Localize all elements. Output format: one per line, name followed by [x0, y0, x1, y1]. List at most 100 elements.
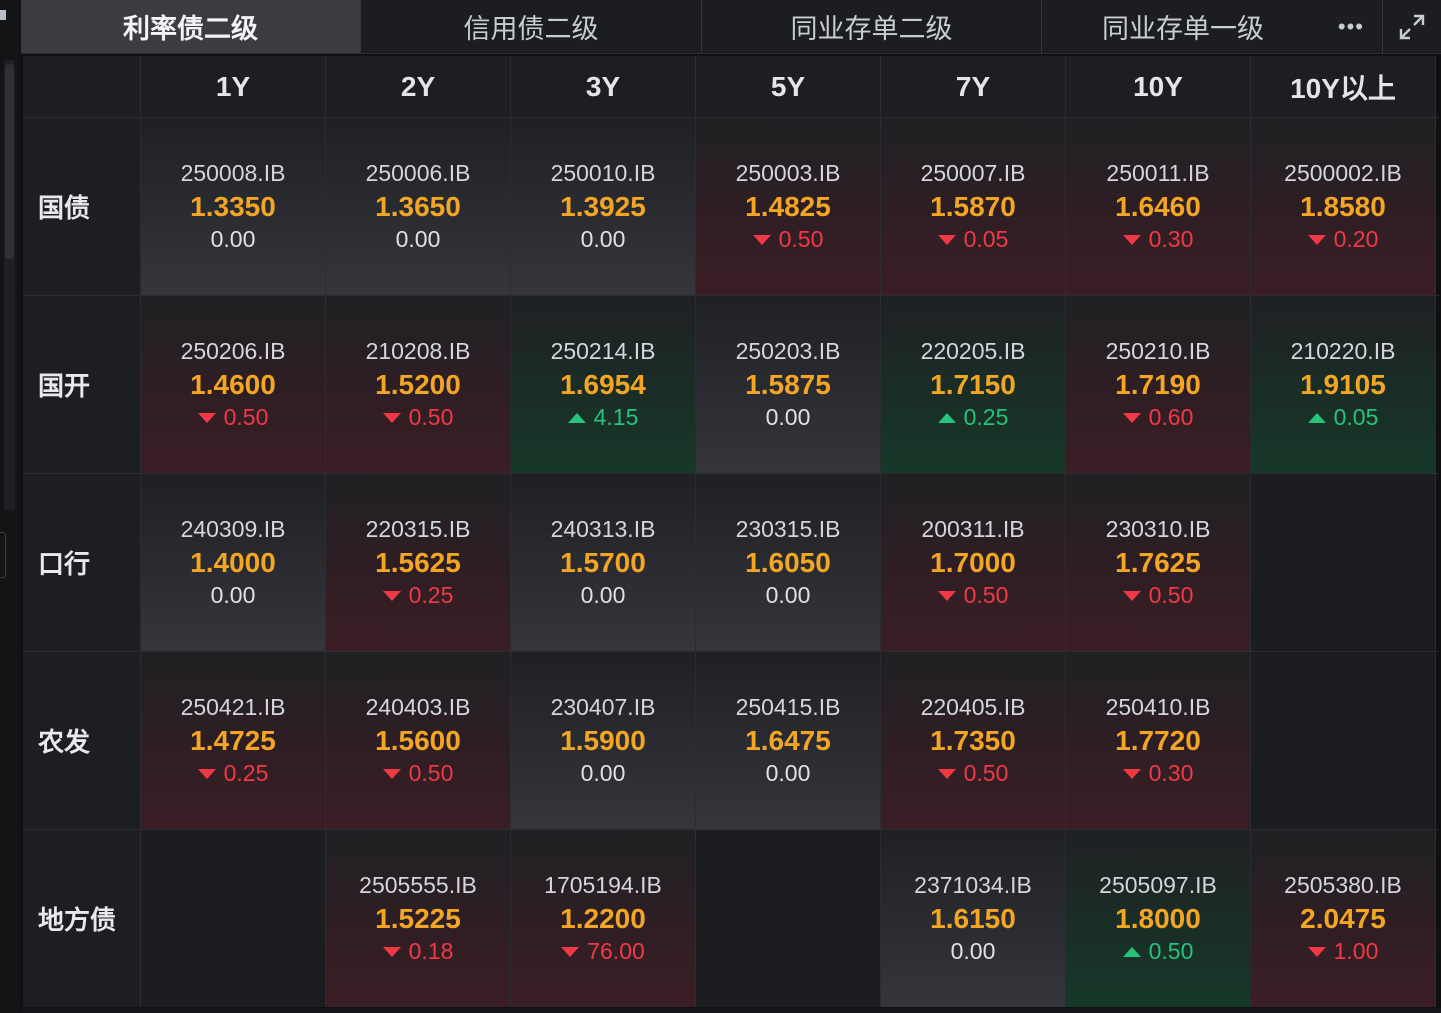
- bond-cell[interactable]: 210220.IB 1.9105 0.05: [1251, 296, 1436, 473]
- bond-cell[interactable]: 250007.IB 1.5870 0.05: [881, 118, 1066, 295]
- bond-cell[interactable]: 220315.IB 1.5625 0.25: [326, 474, 511, 651]
- bond-cell[interactable]: 2505380.IB 2.0475 1.00: [1251, 830, 1436, 1007]
- panel-marker: [0, 10, 6, 20]
- bond-cell[interactable]: 220205.IB 1.7150 0.25: [881, 296, 1066, 473]
- tab-ncd-primary[interactable]: 同业存单一级 •••: [1042, 0, 1383, 53]
- column-header-row: 1Y 2Y 3Y 5Y 7Y 10Y 10Y以上: [23, 56, 1439, 117]
- column-header[interactable]: 3Y: [511, 56, 696, 117]
- change-value: 0.00: [580, 226, 626, 252]
- yield-change: 0.50: [382, 401, 453, 434]
- row-label: 国开: [23, 296, 141, 473]
- row-label: 农发: [23, 652, 141, 829]
- bond-cell[interactable]: 250203.IB 1.5875 0.00: [696, 296, 881, 473]
- bond-cell[interactable]: 230315.IB 1.6050 0.00: [696, 474, 881, 651]
- bond-cell[interactable]: 250421.IB 1.4725 0.25: [141, 652, 326, 829]
- bond-yield: 1.3650: [375, 191, 461, 222]
- bond-cell[interactable]: 230407.IB 1.5900 0.00: [511, 652, 696, 829]
- scrollbar-thumb[interactable]: [5, 64, 14, 259]
- bond-cell[interactable]: 250210.IB 1.7190 0.60: [1066, 296, 1251, 473]
- bond-yield: 1.6460: [1115, 191, 1201, 222]
- triangle-down-icon: [1122, 768, 1141, 779]
- empty-cell: [141, 830, 326, 1007]
- bond-code: 230407.IB: [550, 694, 656, 720]
- bond-cell[interactable]: 250415.IB 1.6475 0.00: [696, 652, 881, 829]
- yield-change: 0.50: [197, 401, 269, 434]
- bond-code: 250007.IB: [920, 160, 1026, 186]
- bond-cell[interactable]: 2505555.IB 1.5225 0.18: [326, 830, 511, 1007]
- bond-cell[interactable]: 210208.IB 1.5200 0.50: [326, 296, 511, 473]
- bond-cell[interactable]: 230310.IB 1.7625 0.50: [1066, 474, 1251, 651]
- bond-cell[interactable]: 250410.IB 1.7720 0.30: [1066, 652, 1251, 829]
- bond-code: 250206.IB: [180, 338, 286, 364]
- column-header[interactable]: 1Y: [141, 56, 326, 117]
- bond-yield: 1.3925: [560, 191, 646, 222]
- tab-credit-bond-secondary[interactable]: 信用债二级: [361, 0, 702, 53]
- change-value: 0.50: [223, 404, 269, 430]
- tab-rate-bond-secondary[interactable]: 利率债二级: [21, 0, 361, 53]
- yield-change: 0.25: [382, 579, 454, 612]
- change-value: 0.05: [963, 226, 1009, 252]
- bond-cell[interactable]: 1705194.IB 1.2200 76.00: [511, 830, 696, 1007]
- bond-cell[interactable]: 2500002.IB 1.8580 0.20: [1251, 118, 1436, 295]
- yield-change: 0.00: [581, 757, 626, 790]
- triangle-up-icon: [937, 412, 956, 423]
- change-value: 0.50: [963, 760, 1009, 786]
- tab-label: 信用债二级: [463, 14, 599, 44]
- column-header[interactable]: 10Y以上: [1251, 56, 1436, 117]
- yield-change: 0.25: [937, 401, 1008, 434]
- bond-cell[interactable]: 250011.IB 1.6460 0.30: [1066, 118, 1251, 295]
- more-horizontal-icon[interactable]: •••: [1338, 14, 1364, 40]
- bond-yield: 1.7000: [930, 547, 1016, 578]
- tab-ncd-secondary[interactable]: 同业存单二级: [702, 0, 1042, 53]
- column-header[interactable]: 5Y: [696, 56, 881, 117]
- bond-code: 250210.IB: [1105, 338, 1211, 364]
- bond-cell[interactable]: 240309.IB 1.4000 0.00: [141, 474, 326, 651]
- yield-change: 0.60: [1122, 401, 1193, 434]
- table-row: 国债 250008.IB 1.3350 0.00 250006.IB 1.3650 0.00…: [23, 117, 1439, 295]
- bond-cell[interactable]: 250006.IB 1.3650 0.00: [326, 118, 511, 295]
- yield-change: 0.00: [581, 579, 626, 612]
- bond-cell[interactable]: 250010.IB 1.3925 0.00: [511, 118, 696, 295]
- change-value: 0.18: [408, 938, 454, 964]
- bond-code: 250003.IB: [735, 160, 841, 186]
- bond-cell[interactable]: 240313.IB 1.5700 0.00: [511, 474, 696, 651]
- bond-cell[interactable]: 2371034.IB 1.6150 0.00: [881, 830, 1066, 1007]
- row-label: 国债: [23, 118, 141, 295]
- triangle-down-icon: [1122, 234, 1141, 245]
- bond-cell[interactable]: 250003.IB 1.4825 0.50: [696, 118, 881, 295]
- bond-cell[interactable]: 200311.IB 1.7000 0.50: [881, 474, 1066, 651]
- bond-cell[interactable]: 250206.IB 1.4600 0.50: [141, 296, 326, 473]
- bond-code: 250010.IB: [550, 160, 656, 186]
- bond-cell[interactable]: 240403.IB 1.5600 0.50: [326, 652, 511, 829]
- triangle-down-icon: [561, 946, 580, 957]
- change-value: 0.25: [223, 760, 269, 786]
- bond-code: 250415.IB: [735, 694, 841, 720]
- bond-cell[interactable]: 220405.IB 1.7350 0.50: [881, 652, 1066, 829]
- expand-button[interactable]: [1383, 0, 1441, 53]
- bond-cell[interactable]: 2505097.IB 1.8000 0.50: [1066, 830, 1251, 1007]
- change-value: 0.50: [778, 226, 824, 252]
- yield-change: 0.00: [766, 579, 811, 612]
- bond-yield: 1.4600: [190, 369, 276, 400]
- change-value: 0.25: [408, 582, 454, 608]
- yield-change: 0.00: [396, 223, 441, 256]
- bond-code: 2505555.IB: [359, 872, 477, 898]
- bond-yield: 1.7350: [930, 725, 1016, 756]
- bond-code: 250011.IB: [1106, 160, 1210, 186]
- triangle-down-icon: [1122, 412, 1141, 423]
- bond-yield: 1.5875: [745, 369, 831, 400]
- bond-cell[interactable]: 250214.IB 1.6954 4.15: [511, 296, 696, 473]
- column-header[interactable]: 2Y: [326, 56, 511, 117]
- change-value: 0.05: [1333, 404, 1379, 430]
- yield-matrix: 1Y 2Y 3Y 5Y 7Y 10Y 10Y以上 国债 250008.IB 1.3350 0.00…: [23, 56, 1439, 1007]
- bond-yield: 2.0475: [1300, 903, 1386, 934]
- column-header[interactable]: 7Y: [881, 56, 1066, 117]
- corner-header: [23, 56, 141, 117]
- change-value: 4.15: [593, 404, 639, 430]
- bond-cell[interactable]: 250008.IB 1.3350 0.00: [141, 118, 326, 295]
- change-value: 0.00: [765, 582, 811, 608]
- column-header[interactable]: 10Y: [1066, 56, 1251, 117]
- change-value: 0.00: [210, 582, 256, 608]
- change-value: 0.00: [765, 404, 811, 430]
- side-handle[interactable]: [0, 532, 6, 578]
